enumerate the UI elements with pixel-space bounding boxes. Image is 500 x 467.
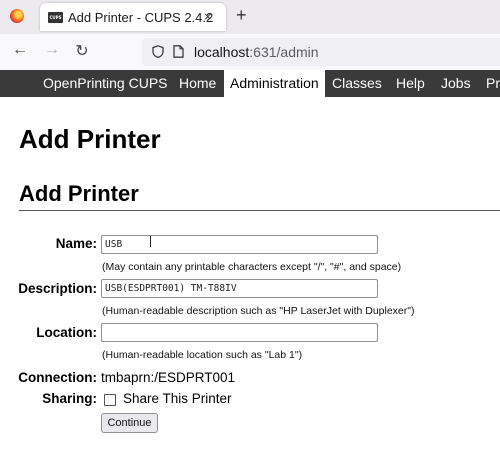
back-arrow-icon[interactable]: ← [10, 41, 30, 59]
name-label: Name: [55, 236, 97, 251]
browser-tab[interactable]: CUPS Add Printer - CUPS 2.4.2 × [40, 3, 226, 31]
name-hint: (May contain any printable characters ex… [102, 261, 402, 273]
share-printer-label[interactable]: Share This Printer [123, 391, 232, 406]
location-field[interactable] [101, 323, 378, 342]
forward-arrow-icon[interactable]: → [42, 41, 62, 59]
new-tab-icon[interactable]: + [236, 5, 247, 26]
nav-item-openprinting-cups[interactable]: OpenPrinting CUPS [37, 70, 174, 97]
share-printer-checkbox[interactable] [104, 394, 116, 406]
nav-item-jobs[interactable]: Jobs [435, 70, 477, 97]
nav-item-administration[interactable]: Administration [224, 70, 325, 97]
nav-item-classes[interactable]: Classes [326, 70, 388, 97]
firefox-icon[interactable] [10, 9, 24, 23]
url-host: localhost [194, 44, 250, 60]
browser-toolbar: ← → ↻ localhost:631/admin [0, 34, 500, 71]
cups-favicon-icon: CUPS [48, 12, 63, 23]
location-hint: (Human-readable location such as "Lab 1"… [102, 349, 303, 361]
nav-item-home[interactable]: Home [173, 70, 222, 97]
description-hint: (Human-readable description such as "HP … [102, 305, 415, 317]
browser-tab-strip: CUPS Add Printer - CUPS 2.4.2 × + [0, 0, 500, 34]
url-bar[interactable]: localhost:631/admin [142, 38, 500, 66]
nav-item-help[interactable]: Help [390, 70, 431, 97]
nav-item-printers[interactable]: Pr [480, 70, 500, 97]
connection-label: Connection: [18, 370, 97, 385]
section-title: Add Printer [19, 181, 139, 206]
section-divider [19, 210, 500, 211]
text-cursor [150, 236, 151, 247]
description-label: Description: [18, 281, 97, 296]
cups-nav-bar: OpenPrinting CUPS Home Administration Cl… [0, 70, 500, 97]
url-text[interactable]: localhost:631/admin [194, 44, 319, 60]
reload-icon[interactable]: ↻ [72, 41, 92, 61]
location-label: Location: [36, 325, 97, 340]
tab-title: Add Printer - CUPS 2.4.2 [68, 10, 214, 25]
page-title: Add Printer [19, 124, 161, 154]
shield-icon[interactable] [152, 45, 164, 58]
page-icon[interactable] [173, 45, 184, 58]
connection-value: tmbaprn:/ESDPRT001 [101, 370, 236, 385]
tab-close-icon[interactable]: × [204, 9, 212, 24]
name-field[interactable]: USB [101, 235, 378, 254]
description-field[interactable]: USB(ESDPRT001) TM-T88IV [101, 279, 378, 298]
continue-button[interactable]: Continue [101, 413, 158, 433]
sharing-label: Sharing: [42, 391, 97, 406]
url-path: :631/admin [249, 44, 319, 60]
